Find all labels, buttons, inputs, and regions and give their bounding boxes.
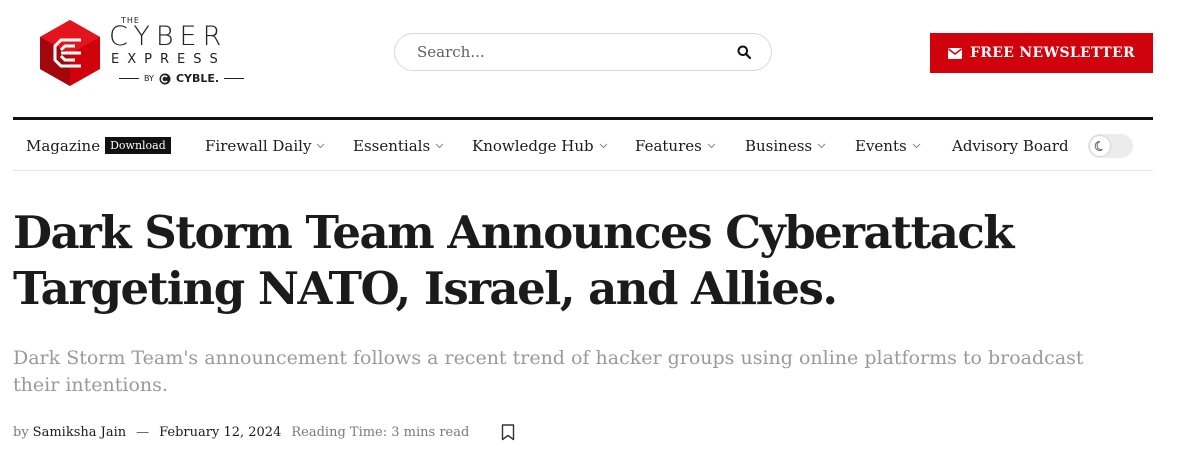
hexagon-stack-logo-icon — [40, 20, 100, 86]
meta-separator: — — [136, 424, 150, 440]
main-nav: Magazine Download Firewall Daily Essenti… — [13, 117, 1153, 171]
nav-item-essentials[interactable]: Essentials — [353, 120, 444, 171]
article-meta: by Samiksha Jain — February 12, 2024 Rea… — [13, 422, 515, 442]
nav-item-label: Events — [855, 136, 907, 155]
dark-mode-toggle[interactable] — [1088, 134, 1133, 158]
nav-item-knowledge-hub[interactable]: Knowledge Hub — [472, 120, 608, 171]
logo-cyble: CYBLE. — [175, 72, 220, 85]
search-bar[interactable] — [394, 33, 772, 71]
article-title-line-1: Dark Storm Team Announces Cyberattack — [13, 206, 1014, 259]
chevron-down-icon — [317, 143, 325, 148]
article-title-line-2: Targeting NATO, Israel, and Allies. — [13, 262, 838, 315]
chevron-down-icon — [435, 143, 444, 148]
article-subtitle-line-2: their intentions. — [13, 374, 168, 396]
logo-express: EXPRESS — [111, 52, 226, 67]
nav-item-label: Firewall Daily — [205, 136, 312, 155]
toggle-knob — [1090, 136, 1110, 156]
chevron-down-icon — [707, 143, 716, 148]
chevron-down-icon — [817, 143, 826, 148]
article-subtitle-line-1: Dark Storm Team's announcement follows a… — [13, 347, 1084, 369]
logo-by-row: BY CYBLE. — [119, 72, 245, 85]
nav-item-label: Business — [745, 136, 813, 155]
article-subtitle: Dark Storm Team's announcement follows a… — [13, 345, 1143, 399]
nav-item-label: Advisory Board — [952, 136, 1069, 155]
nav-item-label: Knowledge Hub — [472, 136, 594, 155]
nav-item-advisory-board[interactable]: Advisory Board — [952, 120, 1069, 171]
chevron-down-icon — [599, 143, 607, 148]
envelope-icon — [948, 47, 963, 59]
nav-item-label: Magazine — [26, 136, 101, 155]
download-badge[interactable]: Download — [105, 137, 171, 154]
logo-by: BY — [144, 74, 154, 83]
search-icon[interactable] — [737, 45, 751, 59]
bookmark-icon[interactable] — [501, 423, 515, 441]
newsletter-label: FREE NEWSLETTER — [970, 45, 1135, 61]
publish-date: February 12, 2024 — [159, 424, 282, 440]
free-newsletter-button[interactable]: FREE NEWSLETTER — [930, 33, 1153, 73]
author-link[interactable]: Samiksha Jain — [33, 425, 126, 440]
nav-item-firewall-daily[interactable]: Firewall Daily — [205, 120, 325, 171]
logo-cyber: CYBER — [109, 21, 228, 52]
article-title: Dark Storm Team Announces Cyberattack Ta… — [13, 205, 1014, 317]
nav-item-label: Features — [635, 136, 702, 155]
nav-item-magazine[interactable]: Magazine Download — [26, 120, 171, 171]
byline-prefix: by — [13, 424, 29, 440]
site-logo[interactable]: THE CYBER EXPRESS BY CYBLE. — [37, 12, 247, 92]
nav-item-events[interactable]: Events — [855, 120, 921, 171]
page: THE CYBER EXPRESS BY CYBLE. FREE NEWSLET… — [13, 0, 1153, 452]
nav-item-label: Essentials — [353, 136, 431, 155]
nav-item-features[interactable]: Features — [635, 120, 716, 171]
moon-icon — [1094, 140, 1103, 151]
search-input[interactable] — [415, 42, 737, 62]
nav-item-business[interactable]: Business — [745, 120, 826, 171]
reading-time: Reading Time: 3 mins read — [291, 424, 470, 440]
chevron-down-icon — [912, 143, 921, 148]
cyble-mark-icon — [159, 73, 171, 84]
